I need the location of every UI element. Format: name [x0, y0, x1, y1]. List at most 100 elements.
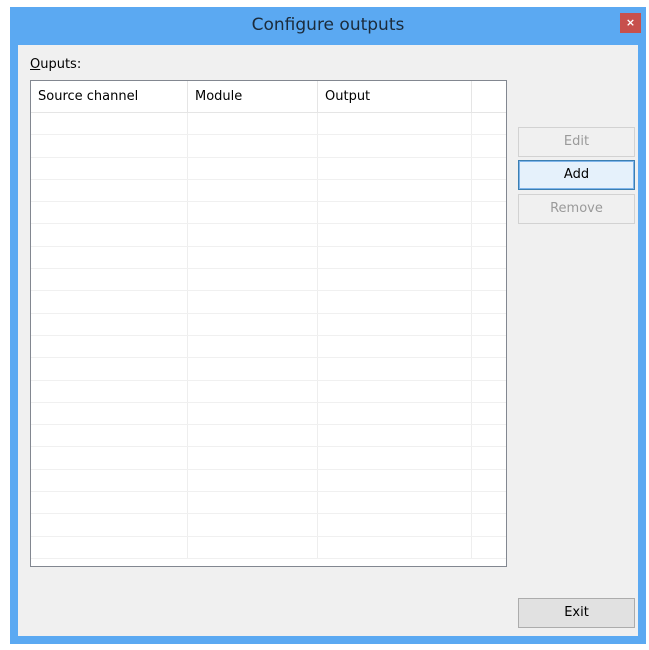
table-cell: [31, 358, 188, 380]
table-cell: [318, 202, 472, 224]
table-cell: [31, 425, 188, 447]
table-cell: [188, 402, 318, 425]
table-cell: [472, 425, 506, 446]
table-cell: [472, 135, 506, 156]
table-cell: [188, 179, 318, 202]
add-button[interactable]: Add: [518, 160, 635, 190]
table-cell: [188, 135, 318, 157]
window-title: Configure outputs: [251, 15, 405, 35]
table-row[interactable]: [31, 269, 506, 292]
table-cell: [188, 514, 318, 536]
table-cell: [472, 291, 506, 312]
column-header-output[interactable]: Output: [318, 81, 472, 112]
table-cell: [31, 135, 188, 157]
table-cell: [472, 336, 506, 357]
table-cell: [472, 492, 506, 513]
table-cell: [31, 246, 188, 269]
table-cell: [472, 158, 506, 179]
table-row[interactable]: [31, 291, 506, 314]
remove-button[interactable]: Remove: [518, 194, 635, 224]
table-cell: [472, 381, 506, 402]
table-cell: [188, 246, 318, 269]
table-cell: [188, 536, 318, 558]
column-header-source-channel[interactable]: Source channel: [31, 81, 188, 112]
table-row[interactable]: [31, 358, 506, 381]
exit-button[interactable]: Exit: [518, 598, 635, 628]
column-header-module[interactable]: Module: [188, 81, 318, 112]
table-cell: [31, 402, 188, 425]
outputs-list-label: Ouputs:: [30, 57, 81, 72]
table-cell: [31, 291, 188, 313]
table-row[interactable]: [31, 402, 506, 426]
table-row[interactable]: [31, 425, 506, 448]
table-cell: [188, 447, 318, 469]
table-row[interactable]: [31, 113, 506, 136]
dialog-client-area: Ouputs: Source channel Module Output Edi…: [18, 45, 638, 636]
table-cell: [31, 492, 188, 514]
close-button[interactable]: ×: [620, 13, 641, 33]
table-cell: [472, 447, 506, 468]
title-bar[interactable]: Configure outputs ×: [10, 7, 646, 45]
table-cell: [188, 358, 318, 380]
table-row[interactable]: [31, 514, 506, 537]
table-row[interactable]: [31, 157, 506, 180]
table-row[interactable]: [31, 313, 506, 336]
table-cell: [472, 537, 506, 558]
configure-outputs-window: Configure outputs × Ouputs: Source chann…: [10, 7, 646, 644]
table-cell: [318, 246, 472, 269]
table-cell: [188, 113, 318, 135]
table-cell: [318, 313, 472, 335]
table-row[interactable]: [31, 179, 506, 203]
table-row[interactable]: [31, 246, 506, 270]
table-cell: [31, 224, 188, 246]
table-cell: [472, 113, 506, 134]
table-cell: [472, 224, 506, 245]
table-cell: [318, 335, 472, 358]
list-header: Source channel Module Output: [31, 81, 506, 113]
table-cell: [188, 202, 318, 224]
table-cell: [472, 514, 506, 535]
table-cell: [318, 157, 472, 179]
table-cell: [31, 157, 188, 179]
table-cell: [188, 380, 318, 402]
table-cell: [318, 447, 472, 469]
table-row[interactable]: [31, 536, 506, 559]
outputs-label-mnemonic: O: [30, 57, 41, 72]
table-cell: [318, 469, 472, 492]
table-row[interactable]: [31, 135, 506, 158]
table-cell: [31, 514, 188, 536]
table-cell: [188, 425, 318, 447]
table-cell: [318, 113, 472, 135]
table-cell: [318, 536, 472, 558]
table-cell: [318, 425, 472, 447]
table-cell: [31, 536, 188, 558]
table-cell: [31, 313, 188, 335]
table-row[interactable]: [31, 335, 506, 359]
table-cell: [318, 269, 472, 291]
table-row[interactable]: [31, 447, 506, 470]
table-cell: [472, 403, 506, 424]
table-cell: [472, 358, 506, 379]
table-row[interactable]: [31, 224, 506, 247]
table-row[interactable]: [31, 380, 506, 403]
edit-button[interactable]: Edit: [518, 127, 635, 157]
table-cell: [318, 358, 472, 380]
table-cell: [188, 269, 318, 291]
table-cell: [472, 247, 506, 268]
table-cell: [318, 135, 472, 157]
table-cell: [318, 402, 472, 425]
list-body[interactable]: [31, 113, 506, 566]
column-header-filler: [472, 81, 506, 112]
table-row[interactable]: [31, 492, 506, 515]
outputs-label-text: uputs:: [40, 57, 82, 72]
table-row[interactable]: [31, 469, 506, 493]
table-cell: [472, 470, 506, 491]
outputs-list[interactable]: Source channel Module Output: [30, 80, 507, 567]
table-cell: [472, 180, 506, 201]
table-cell: [31, 469, 188, 492]
table-cell: [188, 335, 318, 358]
table-cell: [188, 224, 318, 246]
table-cell: [31, 202, 188, 224]
table-row[interactable]: [31, 202, 506, 225]
table-cell: [31, 447, 188, 469]
